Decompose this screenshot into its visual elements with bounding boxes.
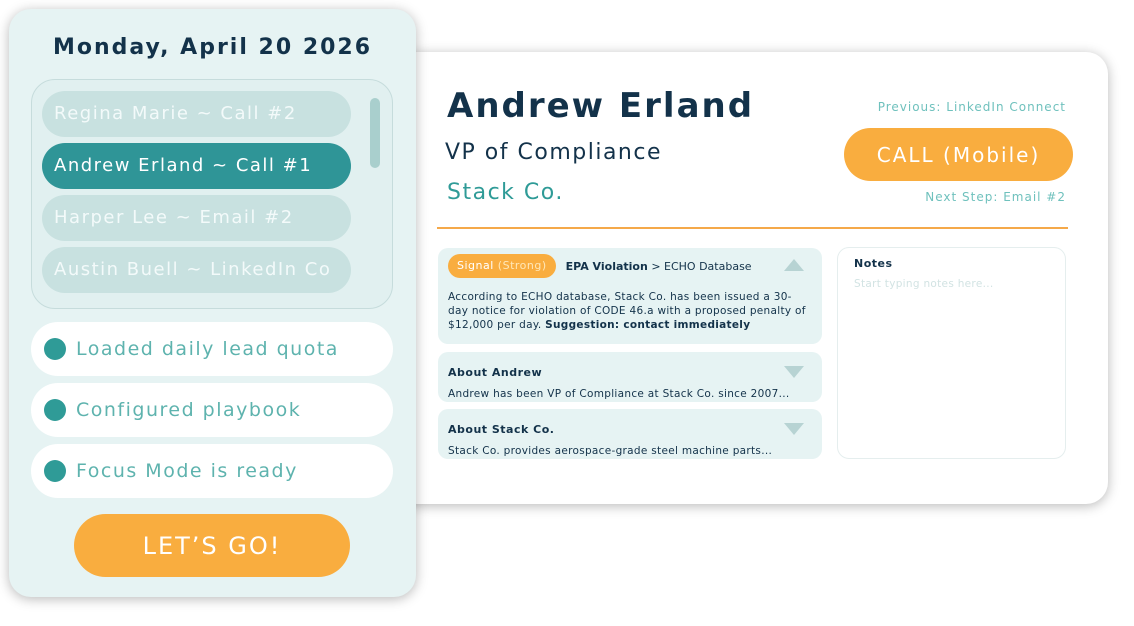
daily-queue-panel: Monday, April 20 2026 Regina Marie ~ Cal… <box>9 9 416 597</box>
signal-suggestion: Suggestion: contact immediately <box>545 319 751 331</box>
status-dot-icon <box>44 460 66 482</box>
contact-company: Stack Co. <box>447 180 564 205</box>
lead-item-andrew-erland[interactable]: Andrew Erland ~ Call #1 <box>42 143 351 189</box>
contact-name: Andrew Erland <box>447 86 755 126</box>
about-company-card[interactable]: About Stack Co. Stack Co. provides aeros… <box>438 409 822 459</box>
status-item-focus-mode: Focus Mode is ready <box>31 444 393 498</box>
collapse-triangle-icon[interactable] <box>784 259 804 271</box>
notes-panel: Notes <box>837 247 1066 459</box>
notes-label: Notes <box>854 257 893 270</box>
lead-item-regina-marie[interactable]: Regina Marie ~ Call #2 <box>42 91 351 137</box>
status-dot-icon <box>44 338 66 360</box>
about-person-snippet: Andrew has been VP of Compliance at Stac… <box>448 388 790 400</box>
signal-description: According to ECHO database, Stack Co. ha… <box>448 291 806 331</box>
about-company-snippet: Stack Co. provides aerospace-grade steel… <box>448 445 773 457</box>
expand-triangle-icon[interactable] <box>784 423 804 435</box>
header-divider <box>437 227 1068 229</box>
signal-source: EPA Violation > ECHO Database <box>565 259 752 273</box>
signal-badge: Signal (Strong) <box>448 254 556 278</box>
about-company-header[interactable]: About Stack Co. <box>448 409 812 445</box>
signal-card: Signal (Strong) EPA Violation > ECHO Dat… <box>438 248 822 344</box>
status-item-playbook: Configured playbook <box>31 383 393 437</box>
contact-title: VP of Compliance <box>445 140 663 165</box>
next-step-label: Next Step: Email #2 <box>925 190 1066 204</box>
about-person-header[interactable]: About Andrew <box>448 352 812 388</box>
lead-list-scrollbar[interactable] <box>370 98 380 168</box>
call-mobile-button[interactable]: CALL (Mobile) <box>844 128 1073 181</box>
signal-card-header[interactable]: Signal (Strong) EPA Violation > ECHO Dat… <box>448 248 812 284</box>
queue-date: Monday, April 20 2026 <box>52 35 373 60</box>
expand-triangle-icon[interactable] <box>784 366 804 378</box>
contact-panel: Andrew Erland VP of Compliance Stack Co.… <box>395 52 1108 504</box>
lead-item-austin-buell[interactable]: Austin Buell ~ LinkedIn Co <box>42 247 351 293</box>
lead-list: Regina Marie ~ Call #2 Andrew Erland ~ C… <box>31 79 393 309</box>
about-person-card[interactable]: About Andrew Andrew has been VP of Compl… <box>438 352 822 402</box>
status-label: Loaded daily lead quota <box>76 338 339 360</box>
about-company-title: About Stack Co. <box>448 422 555 436</box>
status-label: Configured playbook <box>76 399 302 421</box>
status-item-lead-quota: Loaded daily lead quota <box>31 322 393 376</box>
about-person-title: About Andrew <box>448 365 543 379</box>
signal-strength: (Strong) <box>497 259 547 272</box>
lets-go-button[interactable]: LET’S GO! <box>74 514 350 577</box>
status-dot-icon <box>44 399 66 421</box>
status-label: Focus Mode is ready <box>76 460 298 482</box>
notes-input[interactable] <box>854 278 1049 448</box>
lead-item-harper-lee[interactable]: Harper Lee ~ Email #2 <box>42 195 351 241</box>
previous-step-label: Previous: LinkedIn Connect <box>877 100 1066 114</box>
